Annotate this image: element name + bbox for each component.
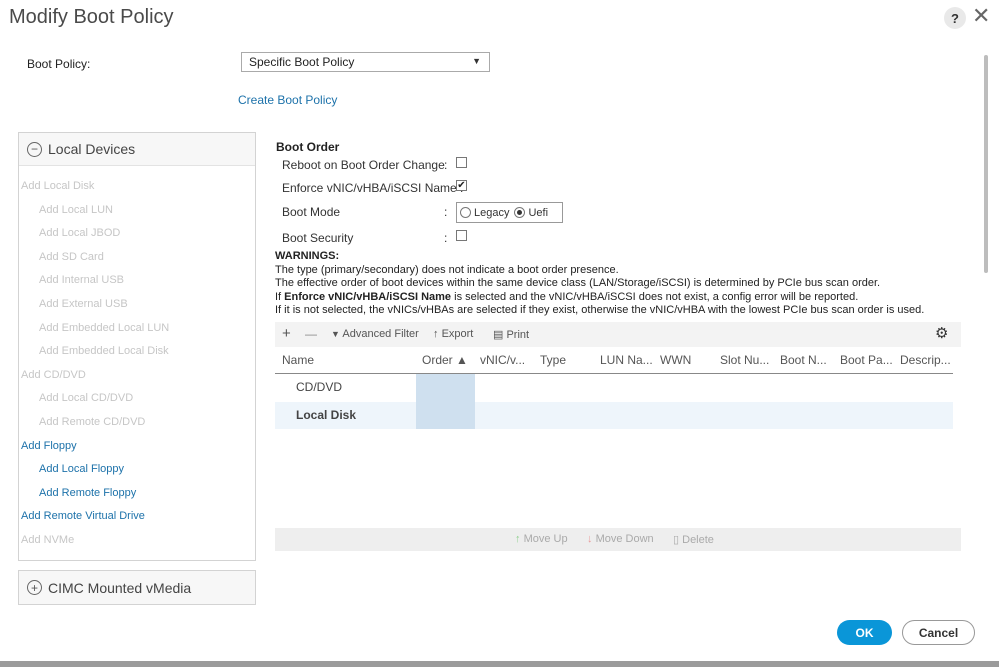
device-name-cell: CD/DVD: [296, 380, 343, 394]
filter-icon: ▼: [331, 329, 340, 339]
dialog-title: Modify Boot Policy: [9, 6, 174, 28]
print-icon: ▤: [493, 329, 504, 341]
export-label: Export: [441, 328, 474, 340]
column-header[interactable]: Boot N...: [780, 353, 827, 367]
advanced-filter-button[interactable]: ▼ Advanced Filter: [331, 328, 419, 340]
device-item: Add Local CD/DVD: [39, 392, 134, 405]
warnings-title: WARNINGS:: [275, 250, 340, 262]
column-header[interactable]: Name: [282, 353, 314, 367]
colon: :: [444, 231, 448, 245]
legacy-label: Legacy: [474, 206, 510, 219]
table-header: Name Order ▲ vNIC/v... Type LUN Na... WWN Slot…: [275, 348, 953, 374]
order-column-highlight: [416, 374, 475, 429]
colon: :: [444, 158, 448, 172]
boot-policy-label: Boot Policy:: [27, 57, 91, 71]
enforce-name-checkbox[interactable]: ✔: [456, 180, 467, 191]
close-icon[interactable]: ✕: [972, 5, 990, 27]
print-button[interactable]: ▤ Print: [493, 328, 529, 341]
move-down-label: Move Down: [595, 533, 654, 545]
warning-line: The effective order of boot devices with…: [275, 277, 881, 289]
export-icon: ↑: [433, 328, 439, 340]
column-header[interactable]: WWN: [660, 353, 691, 367]
ok-button[interactable]: OK: [837, 620, 892, 645]
column-header[interactable]: LUN Na...: [600, 353, 653, 367]
warning-line: If it is not selected, the vNICs/vHBAs a…: [275, 304, 925, 316]
reboot-on-change-label: Reboot on Boot Order Change: [282, 158, 445, 172]
export-button[interactable]: ↑ Export: [433, 328, 473, 340]
remove-icon[interactable]: —: [305, 327, 317, 341]
column-header[interactable]: Descrip...: [900, 353, 951, 367]
boot-mode-radio-group: Legacy Uefi: [456, 202, 563, 223]
device-item: Add Internal USB: [39, 274, 124, 287]
device-item: Add External USB: [39, 298, 128, 310]
device-item[interactable]: Add Remote Virtual Drive: [21, 510, 145, 522]
uefi-label: Uefi: [528, 206, 549, 219]
warning-emphasis: Enforce vNIC/vHBA/iSCSI Name: [284, 291, 452, 303]
colon: :: [444, 205, 448, 219]
device-item[interactable]: Add Floppy: [21, 440, 77, 452]
boot-policy-select[interactable]: Specific Boot Policy ▼: [241, 52, 490, 72]
device-item: Add Local Disk: [21, 180, 95, 192]
column-header[interactable]: Slot Nu...: [720, 353, 769, 367]
table-toolbar: + — ▼ Advanced Filter ↑ Export ▤ Print ⚙: [275, 322, 961, 347]
row-actions-bar: ↑ Move Up ↓ Move Down ▯ Delete: [275, 528, 961, 551]
device-item: Add Embedded Local Disk: [39, 345, 169, 358]
column-header[interactable]: vNIC/v...: [480, 353, 525, 367]
move-up-button[interactable]: ↑ Move Up: [515, 533, 568, 545]
scrollbar[interactable]: [984, 55, 988, 273]
device-item: Add Remote CD/DVD: [39, 416, 146, 428]
expand-icon: +: [27, 580, 42, 595]
create-boot-policy-link[interactable]: Create Boot Policy: [238, 93, 337, 107]
local-devices-header[interactable]: − Local Devices: [19, 133, 255, 166]
warning-line: The type (primary/secondary) does not in…: [275, 264, 619, 276]
boot-policy-selected-value: Specific Boot Policy: [249, 55, 355, 69]
column-header[interactable]: Order ▲: [422, 353, 468, 367]
cancel-button[interactable]: Cancel: [902, 620, 975, 645]
warning-line: If Enforce vNIC/vHBA/iSCSI Name is selec…: [275, 291, 858, 303]
legacy-radio[interactable]: [460, 207, 471, 218]
reboot-on-change-checkbox[interactable]: [456, 157, 467, 168]
move-up-label: Move Up: [523, 533, 568, 545]
boot-order-title: Boot Order: [276, 140, 340, 154]
arrow-up-icon: ↑: [515, 533, 521, 545]
device-name-cell: Local Disk: [296, 408, 357, 422]
delete-button[interactable]: ▯ Delete: [673, 533, 714, 546]
device-item[interactable]: Add Local Floppy: [39, 463, 124, 475]
device-item: Add Local LUN: [39, 203, 113, 216]
arrow-down-icon: ↓: [587, 533, 593, 545]
collapse-icon: −: [27, 141, 42, 157]
help-button[interactable]: ?: [944, 7, 966, 29]
boot-mode-label: Boot Mode: [282, 205, 341, 219]
warning-text: is selected and the vNIC/vHBA/iSCSI does…: [451, 291, 859, 303]
gear-icon[interactable]: ⚙: [935, 324, 948, 342]
warning-text: If: [275, 291, 285, 303]
table-row[interactable]: CD/DVD1: [275, 374, 953, 401]
device-item: Add CD/DVD: [21, 368, 86, 381]
device-item: Add Local JBOD: [39, 227, 121, 240]
delete-label: Delete: [682, 534, 714, 546]
uefi-radio[interactable]: [514, 207, 526, 218]
move-down-button[interactable]: ↓ Move Down: [587, 533, 654, 545]
enforce-name-label: Enforce vNIC/vHBA/iSCSI Name :: [282, 181, 464, 195]
device-item: Add NVMe: [21, 534, 75, 546]
column-header[interactable]: Boot Pa...: [840, 353, 893, 367]
local-devices-title: Local Devices: [48, 141, 136, 157]
table-row[interactable]: Local Disk2: [275, 402, 953, 429]
local-devices-panel: − Local Devices Add Local Disk Add Local …: [18, 132, 256, 561]
device-item: Add Embedded Local LUN: [39, 321, 170, 334]
print-label: Print: [506, 329, 530, 341]
cimc-vmedia-title: CIMC Mounted vMedia: [48, 579, 192, 596]
device-item: Add SD Card: [39, 250, 104, 263]
window-bottom-border: [0, 661, 999, 667]
boot-security-checkbox[interactable]: [456, 230, 467, 241]
dropdown-arrow-icon: ▼: [472, 56, 481, 66]
trash-icon: ▯: [673, 534, 680, 546]
advanced-filter-label: Advanced Filter: [342, 328, 419, 340]
boot-security-label: Boot Security: [282, 231, 354, 245]
add-icon[interactable]: +: [282, 325, 291, 342]
device-item[interactable]: Add Remote Floppy: [39, 487, 136, 499]
column-header[interactable]: Type: [540, 353, 566, 367]
cimc-vmedia-header[interactable]: + CIMC Mounted vMedia: [18, 570, 256, 605]
